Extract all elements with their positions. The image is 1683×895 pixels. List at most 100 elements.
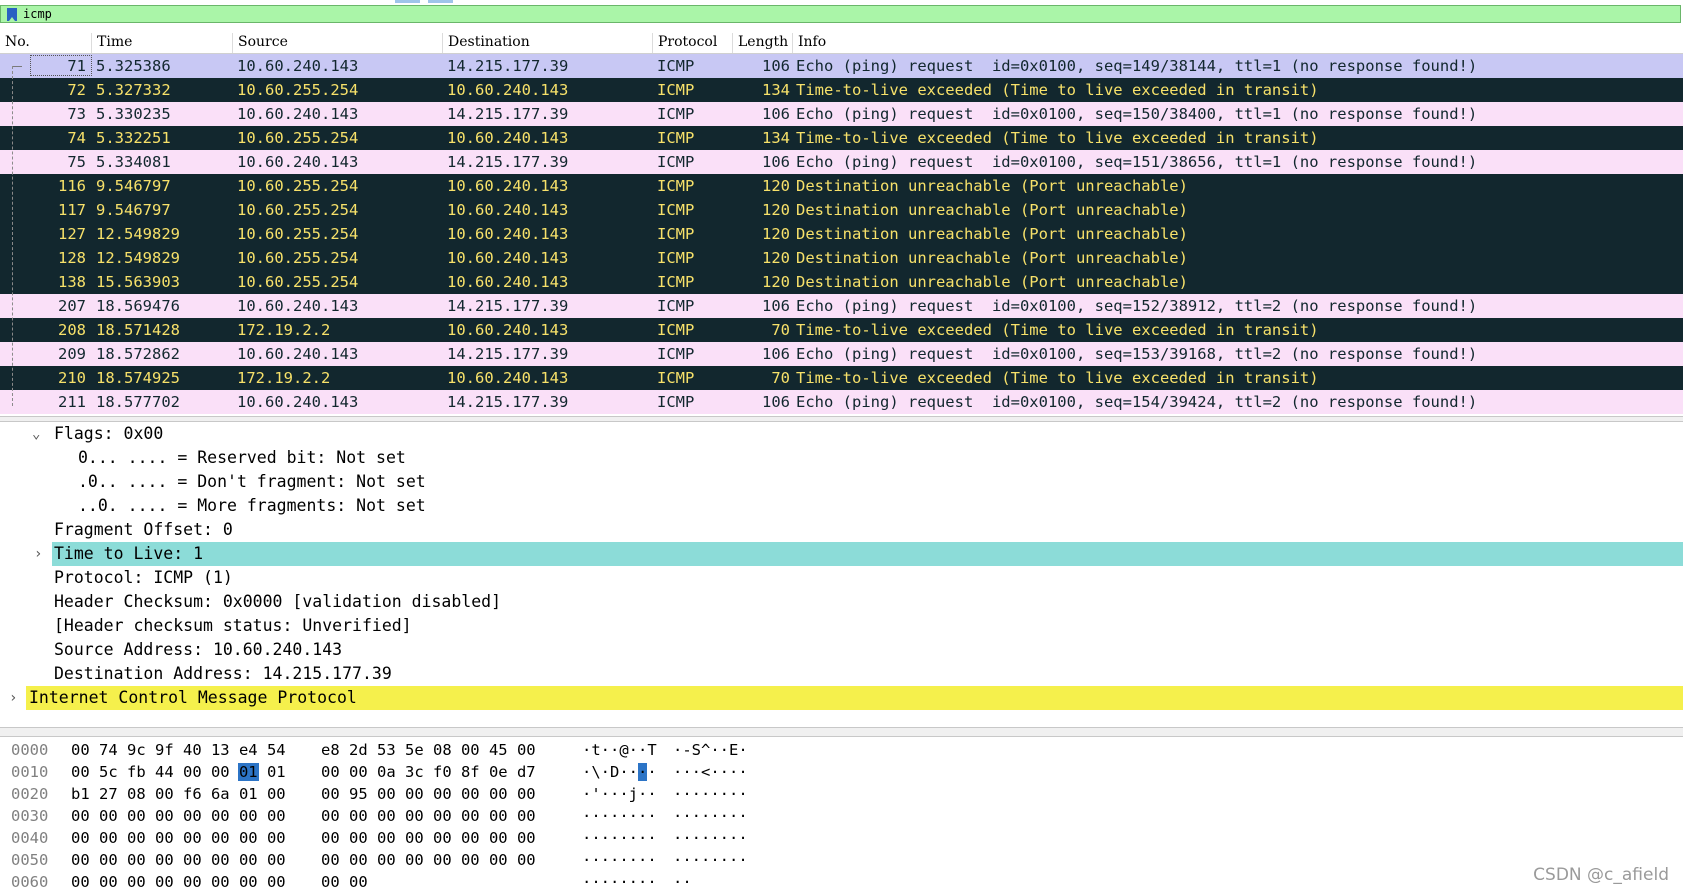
- ascii-bytes[interactable]: ········: [582, 871, 657, 893]
- packet-row[interactable]: 208 18.571428 172.19.2.2 10.60.240.143 ICMP 7…: [0, 318, 1683, 342]
- ascii-bytes[interactable]: ·-S^··E·: [673, 739, 748, 761]
- packet-cell-proto: ICMP: [657, 345, 695, 363]
- hex-row[interactable]: 0010 00 5c fb 44 00 00 01 01 00 00 0a 3c f…: [0, 761, 1683, 783]
- ascii-bytes[interactable]: ········: [582, 805, 657, 827]
- ascii-bytes[interactable]: ·\·D····: [582, 761, 657, 783]
- packet-cell-len: 120: [762, 273, 790, 291]
- detail-row-icmp[interactable]: › Internet Control Message Protocol: [0, 686, 1683, 710]
- packet-row[interactable]: 72 5.327332 10.60.255.254 10.60.240.143 ICMP…: [0, 78, 1683, 102]
- column-header-destination[interactable]: Destination: [443, 33, 653, 53]
- ascii-bytes[interactable]: ·t··@··T: [582, 739, 657, 761]
- packet-cell-proto: ICMP: [657, 393, 695, 411]
- pane-splitter[interactable]: [0, 727, 1683, 737]
- ascii-bytes[interactable]: ···<····: [673, 761, 748, 783]
- packet-cell-proto: ICMP: [657, 81, 695, 99]
- hex-bytes[interactable]: 00 74 9c 9f 40 13 e4 54: [71, 739, 286, 761]
- detail-row-time-to-live[interactable]: › Time to Live: 1: [0, 542, 1683, 566]
- ascii-bytes[interactable]: ··: [673, 871, 692, 893]
- packet-cell-src: 10.60.255.254: [237, 81, 359, 99]
- ascii-bytes[interactable]: ·'···j··: [582, 783, 657, 805]
- display-filter-input[interactable]: [23, 6, 1623, 22]
- hex-bytes[interactable]: 00 5c fb 44 00 00 01 01: [71, 761, 286, 783]
- column-header-length[interactable]: Length: [733, 33, 793, 53]
- detail-row-protocol[interactable]: Protocol: ICMP (1): [0, 566, 1683, 590]
- hex-row[interactable]: 0040 00 00 00 00 00 00 00 00 00 00 00 00 0…: [0, 827, 1683, 849]
- hex-bytes[interactable]: 00 00 00 00 00 00 00 00: [321, 805, 536, 827]
- packet-cell-proto: ICMP: [657, 297, 695, 315]
- detail-row-more-fragments[interactable]: ..0. .... = More fragments: Not set: [0, 494, 1683, 518]
- hex-offset: 0030: [11, 807, 49, 825]
- detail-text: Flags: 0x00: [54, 424, 164, 443]
- detail-row-flags[interactable]: ⌄ Flags: 0x00: [0, 422, 1683, 446]
- expand-down-icon[interactable]: ⌄: [32, 422, 40, 446]
- detail-row-destination-address[interactable]: Destination Address: 14.215.177.39: [0, 662, 1683, 686]
- packet-cell-src: 10.60.255.254: [237, 177, 359, 195]
- packet-row[interactable]: 73 5.330235 10.60.240.143 14.215.177.39 ICMP…: [0, 102, 1683, 126]
- bookmark-icon[interactable]: [7, 8, 17, 21]
- packet-cell-src: 10.60.255.254: [237, 249, 359, 267]
- hex-bytes[interactable]: 00 00 00 00 00 00 00 00: [71, 805, 286, 827]
- hex-row[interactable]: 0060 00 00 00 00 00 00 00 00 00 00 ········…: [0, 871, 1683, 893]
- hex-bytes[interactable]: 00 00 00 00 00 00 00 00: [71, 827, 286, 849]
- packet-row[interactable]: 75 5.334081 10.60.240.143 14.215.177.39 ICMP…: [0, 150, 1683, 174]
- packet-row[interactable]: 138 15.563903 10.60.255.254 10.60.240.143 IC…: [0, 270, 1683, 294]
- hex-bytes[interactable]: b1 27 08 00 f6 6a 01 00: [71, 783, 286, 805]
- detail-row-header-checksum[interactable]: Header Checksum: 0x0000 [validation disa…: [0, 590, 1683, 614]
- hex-bytes[interactable]: 00 00 00 00 00 00 00 00: [71, 871, 286, 893]
- hex-row[interactable]: 0020 b1 27 08 00 f6 6a 01 00 00 95 00 00 0…: [0, 783, 1683, 805]
- hex-bytes[interactable]: 00 00 00 00 00 00 00 00: [321, 849, 536, 871]
- packet-cell-proto: ICMP: [657, 321, 695, 339]
- column-header-no[interactable]: No.: [0, 33, 92, 53]
- expand-right-icon[interactable]: ›: [34, 542, 42, 566]
- packet-row[interactable]: 116 9.546797 10.60.255.254 10.60.240.143 ICM…: [0, 174, 1683, 198]
- detail-row-checksum-status[interactable]: [Header checksum status: Unverified]: [0, 614, 1683, 638]
- hex-row[interactable]: 0000 00 74 9c 9f 40 13 e4 54 e8 2d 53 5e 0…: [0, 739, 1683, 761]
- display-filter-bar[interactable]: [0, 5, 1681, 23]
- hex-row[interactable]: 0030 00 00 00 00 00 00 00 00 00 00 00 00 0…: [0, 805, 1683, 827]
- detail-row-dont-fragment[interactable]: .0.. .... = Don't fragment: Not set: [0, 470, 1683, 494]
- packet-row[interactable]: 128 12.549829 10.60.255.254 10.60.240.143 IC…: [0, 246, 1683, 270]
- ascii-bytes[interactable]: ········: [673, 827, 748, 849]
- column-header-info[interactable]: Info: [793, 33, 1681, 53]
- ascii-bytes[interactable]: ········: [582, 827, 657, 849]
- packet-bytes-pane[interactable]: 0000 00 74 9c 9f 40 13 e4 54 e8 2d 53 5e 0…: [0, 737, 1683, 895]
- packet-cell-len: 106: [762, 105, 790, 123]
- column-header-source[interactable]: Source: [233, 33, 443, 53]
- detail-row-fragment-offset[interactable]: Fragment Offset: 0: [0, 518, 1683, 542]
- hex-bytes[interactable]: 00 00 0a 3c f0 8f 0e d7: [321, 761, 536, 783]
- ascii-bytes[interactable]: ········: [673, 805, 748, 827]
- hex-bytes[interactable]: 00 00 00 00 00 00 00 00: [321, 827, 536, 849]
- packet-row[interactable]: 211 18.577702 10.60.240.143 14.215.177.39 IC…: [0, 390, 1683, 414]
- detail-row-source-address[interactable]: Source Address: 10.60.240.143: [0, 638, 1683, 662]
- packet-cell-info: Echo (ping) request id=0x0100, seq=153/3…: [796, 345, 1478, 363]
- packet-cell-info: Echo (ping) request id=0x0100, seq=149/3…: [796, 57, 1478, 75]
- ascii-bytes[interactable]: ········: [673, 783, 748, 805]
- hex-bytes[interactable]: 00 00 00 00 00 00 00 00: [71, 849, 286, 871]
- packet-row[interactable]: 210 18.574925 172.19.2.2 10.60.240.143 ICMP 7…: [0, 366, 1683, 390]
- packet-list[interactable]: 71 5.325386 10.60.240.143 14.215.177.39 ICMP…: [0, 54, 1683, 416]
- hex-bytes[interactable]: 00 95 00 00 00 00 00 00: [321, 783, 536, 805]
- packet-cell-time: 5.330235: [96, 105, 171, 123]
- packet-row[interactable]: 209 18.572862 10.60.240.143 14.215.177.39 IC…: [0, 342, 1683, 366]
- column-header-time[interactable]: Time: [92, 33, 233, 53]
- packet-row[interactable]: 127 12.549829 10.60.255.254 10.60.240.143 IC…: [0, 222, 1683, 246]
- packet-row[interactable]: 207 18.569476 10.60.240.143 14.215.177.39 IC…: [0, 294, 1683, 318]
- hex-row[interactable]: 0050 00 00 00 00 00 00 00 00 00 00 00 00 0…: [0, 849, 1683, 871]
- column-header-protocol[interactable]: Protocol: [653, 33, 733, 53]
- detail-text: [Header checksum status: Unverified]: [54, 616, 412, 635]
- packet-cell-len: 134: [762, 129, 790, 147]
- detail-row-reserved-bit[interactable]: 0... .... = Reserved bit: Not set: [0, 446, 1683, 470]
- hex-bytes[interactable]: e8 2d 53 5e 08 00 45 00: [321, 739, 536, 761]
- packet-row[interactable]: 71 5.325386 10.60.240.143 14.215.177.39 ICMP…: [0, 54, 1683, 78]
- hex-bytes[interactable]: 00 00: [321, 871, 368, 893]
- packet-row[interactable]: 117 9.546797 10.60.255.254 10.60.240.143 ICM…: [0, 198, 1683, 222]
- ascii-bytes[interactable]: ········: [673, 849, 748, 871]
- detail-text: .0.. .... = Don't fragment: Not set: [78, 472, 426, 491]
- packet-details-pane[interactable]: ⌄ Flags: 0x00 0... .... = Reserved bit: …: [0, 422, 1683, 727]
- expand-right-icon[interactable]: ›: [9, 686, 17, 710]
- packet-cell-info: Destination unreachable (Port unreachabl…: [796, 249, 1188, 267]
- detail-text-highlighted: Time to Live: 1: [52, 542, 1683, 566]
- packet-list-header: No. Time Source Destination Protocol Len…: [0, 30, 1683, 54]
- ascii-bytes[interactable]: ········: [582, 849, 657, 871]
- packet-row[interactable]: 74 5.332251 10.60.255.254 10.60.240.143 ICMP…: [0, 126, 1683, 150]
